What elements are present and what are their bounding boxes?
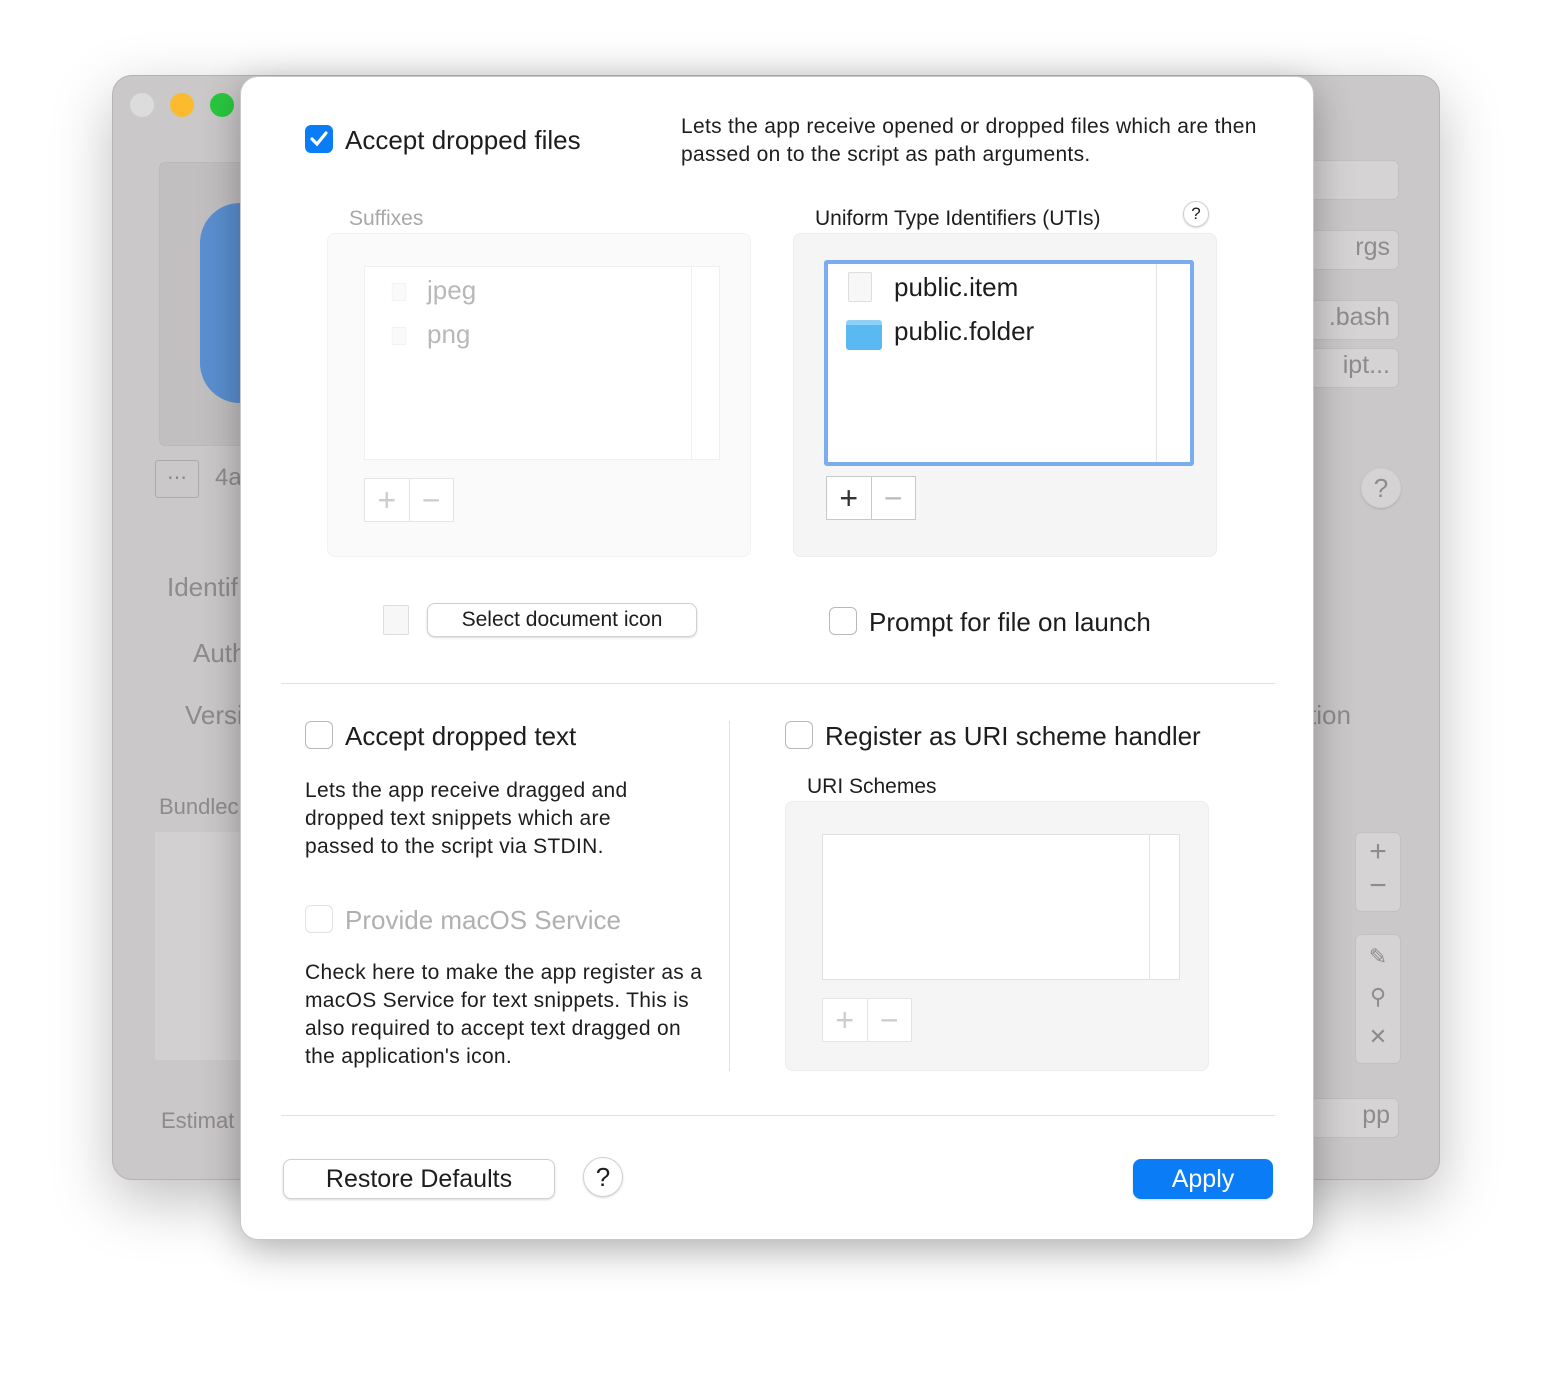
bg-label: Auth [193, 638, 247, 668]
more-icon[interactable]: ⋯ [155, 460, 199, 498]
suffixes-title: Suffixes [349, 207, 424, 230]
plus-icon: + [377, 481, 397, 518]
bg-field [1303, 160, 1399, 200]
vertical-divider [729, 721, 730, 1071]
select-document-icon-button[interactable]: Select document icon [427, 603, 697, 637]
suffixes-list[interactable]: jpeg png [364, 266, 720, 460]
accept-text-checkbox[interactable] [305, 721, 333, 749]
file-icon [391, 327, 407, 345]
uti-item[interactable]: public.folder [894, 316, 1034, 347]
minimize-button[interactable] [170, 93, 194, 117]
uri-add-remove: + − [822, 998, 912, 1042]
prompt-file-label: Prompt for file on launch [869, 607, 1151, 637]
checkmark-icon [310, 131, 328, 147]
bg-label: 4a [215, 464, 242, 491]
bg-label: tion [1309, 700, 1351, 730]
uri-schemes-group: + − [785, 801, 1209, 1071]
macos-service-label: Provide macOS Service [345, 905, 621, 935]
bg-tools: ✎ ⚲ ✕ [1355, 934, 1401, 1064]
remove-scheme-button[interactable]: − [866, 999, 912, 1041]
close-button[interactable] [130, 93, 154, 117]
utis-list[interactable]: public.item public.folder [824, 260, 1194, 466]
accept-files-checkbox[interactable] [305, 125, 333, 153]
minus-icon: − [408, 479, 454, 521]
suffix-item[interactable]: png [427, 319, 470, 350]
suffix-item[interactable]: jpeg [427, 275, 476, 306]
add-uti-button[interactable]: + [827, 477, 871, 519]
uri-handler-checkbox[interactable] [785, 721, 813, 749]
bg-table [155, 832, 245, 1060]
macos-service-checkbox[interactable] [305, 905, 333, 933]
document-icon-preview [383, 605, 409, 635]
file-icon [848, 272, 872, 302]
bg-help-icon: ? [1361, 468, 1401, 508]
settings-sheet: Accept dropped files Lets the app receiv… [240, 76, 1314, 1240]
restore-defaults-button[interactable]: Restore Defaults [283, 1159, 555, 1199]
bg-button: pp [1303, 1098, 1399, 1138]
bg-button: .bash [1303, 300, 1399, 340]
uti-item[interactable]: public.item [894, 272, 1018, 303]
file-icon [391, 283, 407, 301]
divider [281, 1115, 1275, 1116]
uti-add-remove: + − [826, 476, 916, 520]
prompt-file-checkbox[interactable] [829, 607, 857, 635]
bg-add-remove: + − [1355, 832, 1401, 912]
utis-help-button[interactable]: ? [1183, 201, 1209, 227]
uri-schemes-list[interactable] [822, 834, 1180, 980]
bg-label: Versi [185, 700, 243, 730]
utis-title: Uniform Type Identifiers (UTIs) [815, 207, 1101, 230]
remove-uti-button[interactable]: − [870, 477, 916, 519]
bg-button: ipt... [1303, 348, 1399, 388]
utis-group: public.item public.folder + − [793, 233, 1217, 557]
bg-label: Identif [167, 572, 238, 602]
suffixes-group: jpeg png + − [327, 233, 751, 557]
files-description: Lets the app receive opened or dropped f… [681, 115, 1257, 166]
accept-files-label: Accept dropped files [345, 125, 581, 155]
uri-handler-label: Register as URI scheme handler [825, 721, 1201, 751]
help-button[interactable]: ? [583, 1157, 623, 1197]
suffix-add-remove: + − [364, 478, 454, 522]
text-description: Lets the app receive dragged and dropped… [305, 779, 628, 858]
bg-label: Estimat [161, 1108, 235, 1133]
bg-label: Bundlec [159, 794, 239, 819]
folder-icon [846, 320, 882, 350]
add-scheme-button[interactable]: + [823, 999, 867, 1041]
accept-text-label: Accept dropped text [345, 721, 577, 751]
uri-schemes-title: URI Schemes [807, 775, 937, 798]
service-description: Check here to make the app register as a… [305, 961, 703, 1068]
apply-button[interactable]: Apply [1133, 1159, 1273, 1199]
divider [281, 683, 1275, 684]
zoom-button[interactable] [210, 93, 234, 117]
bg-button: rgs [1303, 230, 1399, 270]
